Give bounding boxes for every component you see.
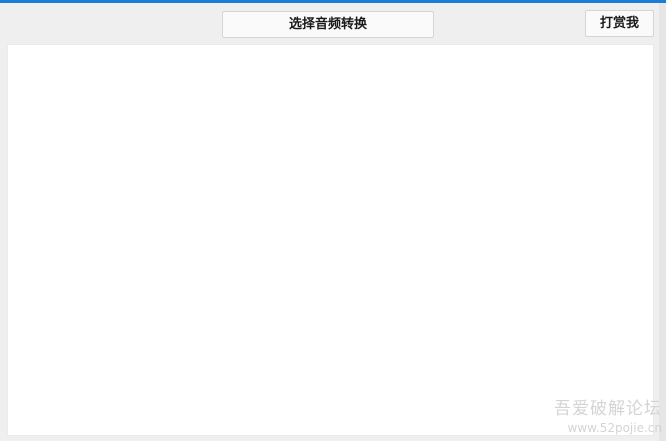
window-right-edge (659, 3, 666, 441)
select-audio-convert-button[interactable]: 选择音频转换 (222, 11, 434, 38)
output-panel (7, 44, 654, 436)
window-top-accent-bar (0, 0, 666, 3)
reward-me-button[interactable]: 打赏我 (585, 10, 654, 37)
